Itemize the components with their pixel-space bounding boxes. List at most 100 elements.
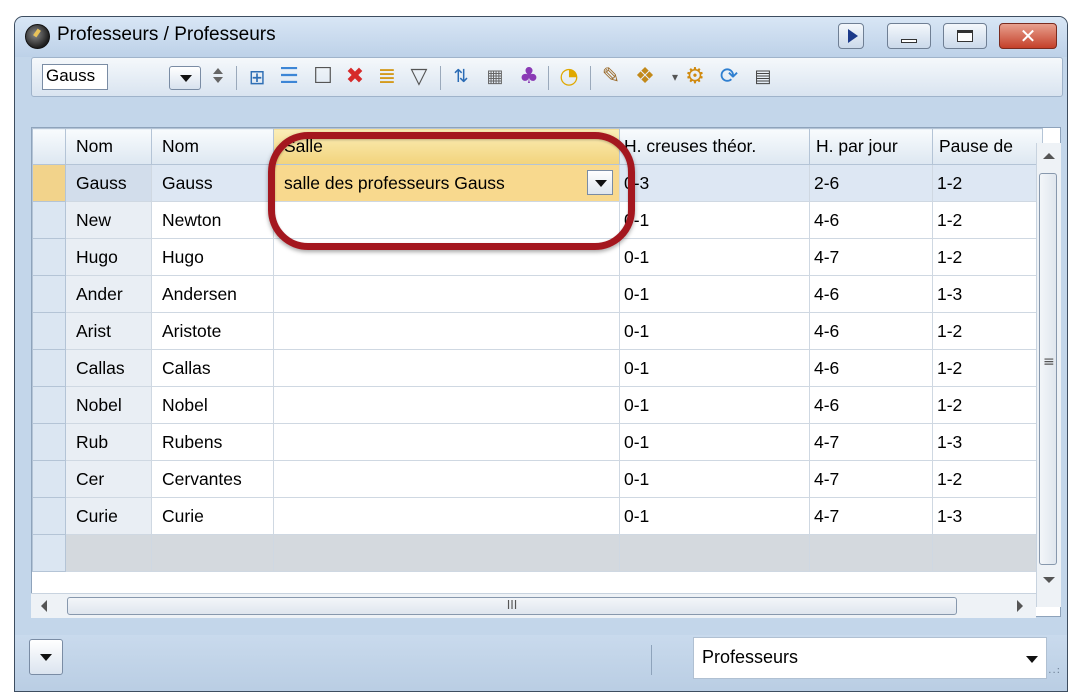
- cell-pause[interactable]: 1-2: [932, 386, 1043, 424]
- row-indicator[interactable]: [32, 312, 66, 350]
- horizontal-scrollbar[interactable]: III: [31, 593, 1036, 618]
- cell-nom[interactable]: Nobel: [151, 386, 274, 424]
- cell-nom[interactable]: Newton: [151, 201, 274, 239]
- cell-h-par-jour[interactable]: 4-6: [809, 349, 933, 387]
- resize-grip[interactable]: ..:: [1048, 665, 1061, 676]
- scroll-right-icon[interactable]: [1017, 600, 1023, 612]
- spin-stepper[interactable]: [210, 65, 226, 91]
- row-indicator[interactable]: [32, 238, 66, 276]
- cell-salle[interactable]: [273, 386, 620, 424]
- cell-nom[interactable]: Andersen: [151, 275, 274, 313]
- empty-cell[interactable]: [273, 534, 620, 572]
- cell-nom[interactable]: Rubens: [151, 423, 274, 461]
- cell-h-creuses[interactable]: 0-1: [619, 386, 810, 424]
- empty-cell[interactable]: [619, 534, 810, 572]
- column-header-nom-short[interactable]: Nom: [65, 128, 152, 165]
- table-row[interactable]: Arist Aristote 0-1 4-6 1-2: [32, 312, 1043, 350]
- table-row[interactable]: Hugo Hugo 0-1 4-7 1-2: [32, 238, 1043, 276]
- cell-nom[interactable]: Curie: [151, 497, 274, 535]
- cell-salle[interactable]: [273, 312, 620, 350]
- cell-h-creuses[interactable]: 0-1: [619, 201, 810, 239]
- table-row[interactable]: Rub Rubens 0-1 4-7 1-3: [32, 423, 1043, 461]
- column-header-h-par-jour[interactable]: H. par jour: [809, 128, 933, 165]
- row-indicator[interactable]: [32, 460, 66, 498]
- gear-icon[interactable]: ⚙: [682, 64, 708, 90]
- cell-nom[interactable]: Hugo: [151, 238, 274, 276]
- scroll-up-icon[interactable]: [1043, 153, 1055, 159]
- spin-up-icon[interactable]: [213, 68, 223, 74]
- calendar-icon[interactable]: ▤: [750, 64, 776, 90]
- maximize-button[interactable]: [943, 23, 987, 49]
- cell-nom[interactable]: Cervantes: [151, 460, 274, 498]
- vertical-scroll-thumb[interactable]: [1039, 173, 1057, 565]
- teacher-selector-dropdown[interactable]: [169, 66, 201, 90]
- row-indicator[interactable]: [32, 201, 66, 239]
- column-header-h-creuses[interactable]: H. creuses théor.: [619, 128, 810, 165]
- cell-code[interactable]: Callas: [65, 349, 152, 387]
- people-icon[interactable]: ♣: [516, 64, 542, 90]
- cell-h-creuses[interactable]: 0-1: [619, 312, 810, 350]
- vertical-scrollbar[interactable]: [1036, 143, 1061, 607]
- cell-pause[interactable]: 1-2: [932, 164, 1043, 202]
- insert-table-icon[interactable]: ⊞: [244, 64, 270, 90]
- table-row[interactable]: Callas Callas 0-1 4-6 1-2: [32, 349, 1043, 387]
- cell-h-par-jour[interactable]: 4-6: [809, 386, 933, 424]
- play-button[interactable]: [838, 23, 864, 49]
- cell-h-par-jour[interactable]: 4-6: [809, 275, 933, 313]
- cell-nom[interactable]: Aristote: [151, 312, 274, 350]
- cell-code[interactable]: Curie: [65, 497, 152, 535]
- cell-code[interactable]: Hugo: [65, 238, 152, 276]
- row-indicator[interactable]: [32, 386, 66, 424]
- table-row[interactable]: Nobel Nobel 0-1 4-6 1-2: [32, 386, 1043, 424]
- cell-h-par-jour[interactable]: 4-7: [809, 460, 933, 498]
- cell-code[interactable]: Nobel: [65, 386, 152, 424]
- cell-code[interactable]: Rub: [65, 423, 152, 461]
- new-record-row[interactable]: [32, 534, 1043, 572]
- empty-cell[interactable]: [65, 534, 152, 572]
- table-row[interactable]: Ander Andersen 0-1 4-6 1-3: [32, 275, 1043, 313]
- cell-salle[interactable]: [273, 201, 620, 239]
- cell-nom[interactable]: Callas: [151, 349, 274, 387]
- table-row[interactable]: Curie Curie 0-1 4-7 1-3: [32, 497, 1043, 535]
- cell-nom[interactable]: Gauss: [151, 164, 274, 202]
- cell-pause[interactable]: 1-2: [932, 460, 1043, 498]
- cell-h-creuses[interactable]: 0-1: [619, 275, 810, 313]
- cell-salle[interactable]: [273, 497, 620, 535]
- edit-icon[interactable]: ✎: [598, 64, 624, 90]
- salle-dropdown-button[interactable]: [587, 170, 613, 195]
- table-row[interactable]: Cer Cervantes 0-1 4-7 1-2: [32, 460, 1043, 498]
- cell-pause[interactable]: 1-2: [932, 312, 1043, 350]
- scroll-down-icon[interactable]: [1043, 577, 1055, 583]
- cell-h-creuses[interactable]: 0-1: [619, 349, 810, 387]
- cell-code[interactable]: Cer: [65, 460, 152, 498]
- list-icon[interactable]: ☰: [276, 64, 302, 90]
- cell-h-par-jour[interactable]: 4-7: [809, 423, 933, 461]
- cell-pause[interactable]: 1-2: [932, 238, 1043, 276]
- column-header-salle[interactable]: Salle: [273, 128, 620, 165]
- column-header-nom[interactable]: Nom: [151, 128, 274, 165]
- cell-h-par-jour[interactable]: 4-7: [809, 238, 933, 276]
- cell-h-creuses[interactable]: 0-1: [619, 238, 810, 276]
- cell-h-par-jour[interactable]: 4-6: [809, 201, 933, 239]
- cell-salle[interactable]: [273, 275, 620, 313]
- close-button[interactable]: ✕: [999, 23, 1057, 49]
- refresh-icon[interactable]: ⟳: [716, 64, 742, 90]
- cell-pause[interactable]: 1-3: [932, 423, 1043, 461]
- view-selector[interactable]: Professeurs: [693, 637, 1047, 679]
- cell-h-creuses[interactable]: 0-3: [619, 164, 810, 202]
- cell-code[interactable]: Arist: [65, 312, 152, 350]
- cell-h-creuses[interactable]: 0-1: [619, 460, 810, 498]
- cell-pause[interactable]: 1-3: [932, 497, 1043, 535]
- cell-h-par-jour[interactable]: 4-7: [809, 497, 933, 535]
- cell-pause[interactable]: 1-3: [932, 275, 1043, 313]
- cell-pause[interactable]: 1-2: [932, 201, 1043, 239]
- cell-h-creuses[interactable]: 0-1: [619, 497, 810, 535]
- empty-cell[interactable]: [932, 534, 1043, 572]
- table-row[interactable]: Gauss Gauss salle des professeurs Gauss 0-3…: [32, 164, 1043, 202]
- row-indicator[interactable]: [32, 349, 66, 387]
- grid-icon[interactable]: ▦: [482, 64, 508, 90]
- cell-code[interactable]: Ander: [65, 275, 152, 313]
- row-indicator[interactable]: [32, 423, 66, 461]
- cell-code[interactable]: Gauss: [65, 164, 152, 202]
- cell-code[interactable]: New: [65, 201, 152, 239]
